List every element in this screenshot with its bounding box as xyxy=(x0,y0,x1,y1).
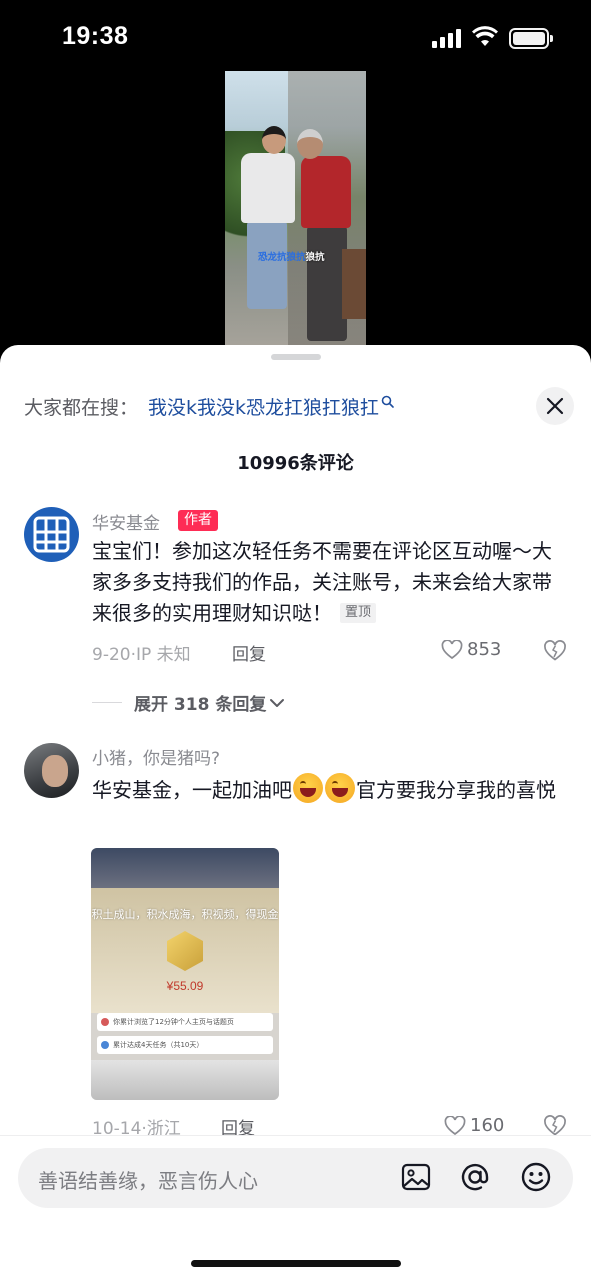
comment-text-after-emoji: 官方要我分享我的喜悦 xyxy=(356,778,556,802)
video-player[interactable]: 恐龙抗狼抗狼抗 xyxy=(225,71,366,351)
comment-image-slogan: 积土成山，积水成海，积视频，得现金 xyxy=(91,908,279,921)
avatar[interactable] xyxy=(24,507,79,562)
close-icon xyxy=(546,397,564,415)
comment-image-row: 累计达成4天任务（共10天） xyxy=(97,1036,273,1054)
comment-count-title: 10996条评论 xyxy=(237,453,354,474)
comment-image[interactable]: 积土成山，积水成海，积视频，得现金 ¥55.09 你累计浏览了12分钟个人主页与… xyxy=(91,848,279,1100)
comment-input-placeholder: 善语结善缘，恶言伤人心 xyxy=(38,1169,258,1193)
laughing-emoji-icon xyxy=(293,773,323,803)
avatar[interactable] xyxy=(24,743,79,798)
close-button[interactable] xyxy=(536,387,574,425)
sheet-drag-handle[interactable] xyxy=(271,354,321,360)
expand-replies[interactable]: 展开 318 条回复 xyxy=(92,690,286,715)
expand-replies-label: 展开 318 条回复 xyxy=(134,695,267,715)
trending-search[interactable]: 大家都在搜： 我没k我没k恐龙扛狼扛狼扛 xyxy=(24,393,395,423)
comment-text: 华安基金，一起加油吧 官方要我分享我的喜悦 xyxy=(92,773,562,806)
video-person-left-head xyxy=(262,126,286,154)
comment-image-header xyxy=(91,848,279,888)
video-person-right-body xyxy=(301,156,351,228)
video-person-right xyxy=(307,226,347,341)
like-button[interactable]: 160 xyxy=(444,1115,504,1136)
like-count: 160 xyxy=(470,1115,505,1136)
heart-icon xyxy=(441,639,463,659)
comment-image-footer xyxy=(91,1060,279,1100)
video-bench xyxy=(342,249,366,319)
dislike-icon[interactable] xyxy=(543,640,567,662)
video-subtitle-blue: 恐龙抗狼抗 xyxy=(258,252,306,263)
comment-image-amount: ¥55.09 xyxy=(166,979,204,993)
comment-meta: 9-20·IP 未知 xyxy=(92,645,191,665)
status-bar: 19:38 xyxy=(0,0,591,70)
reply-button[interactable]: 回复 xyxy=(232,640,266,665)
avatar-face xyxy=(42,755,68,787)
expand-divider xyxy=(92,702,122,703)
mention-icon[interactable] xyxy=(459,1161,491,1193)
video-subtitle-white: 狼抗 xyxy=(305,252,325,263)
author-badge: 作者 xyxy=(178,510,218,531)
heart-icon xyxy=(444,1115,466,1135)
wifi-icon xyxy=(472,26,498,46)
emoji-icon[interactable] xyxy=(520,1161,552,1193)
status-time: 19:38 xyxy=(62,22,129,50)
comment-username[interactable]: 华安基金 xyxy=(92,509,160,534)
video-subtitle: 恐龙抗狼抗狼抗 xyxy=(258,249,325,263)
comments-sheet: 大家都在搜： 我没k我没k恐龙扛狼扛狼扛 10996条评论 华安基金 作者 宝宝们… xyxy=(0,345,591,1280)
cellular-signal-icon xyxy=(432,28,462,48)
video-person-right-head xyxy=(297,129,323,159)
comment-input-bar: 善语结善缘，恶言伤人心 xyxy=(0,1135,591,1215)
chevron-down-icon xyxy=(270,698,285,707)
trending-search-query[interactable]: 我没k我没k恐龙扛狼扛狼扛 xyxy=(148,397,379,419)
home-indicator[interactable] xyxy=(191,1260,401,1267)
like-count: 853 xyxy=(467,639,502,660)
laughing-emoji-icon xyxy=(325,773,355,803)
pinned-badge: 置顶 xyxy=(340,603,377,623)
battery-icon xyxy=(509,28,553,49)
search-icon xyxy=(381,395,394,408)
comment-text-body: 宝宝们！参加这次轻任务不需要在评论区互动喔～大家多多支持我们的作品，关注账号，未… xyxy=(92,539,552,625)
video-person-left-body xyxy=(241,153,295,223)
like-button[interactable]: 853 xyxy=(441,639,501,660)
dislike-icon[interactable] xyxy=(543,1115,567,1137)
comment-input[interactable]: 善语结善缘，恶言伤人心 xyxy=(18,1148,573,1208)
comment-text-before-emoji: 华安基金，一起加油吧 xyxy=(92,778,292,802)
image-picker-icon[interactable] xyxy=(400,1161,432,1193)
comment-text: 宝宝们！参加这次轻任务不需要在评论区互动喔～大家多多支持我们的作品，关注账号，未… xyxy=(92,536,562,629)
comment-username[interactable]: 小猪，你是猪吗? xyxy=(92,744,220,769)
trending-search-prefix: 大家都在搜： xyxy=(24,397,139,419)
huaan-fund-logo-icon xyxy=(33,516,70,553)
video-person-left xyxy=(247,221,287,309)
comment-image-row: 你累计浏览了12分钟个人主页与话题页 xyxy=(97,1013,273,1031)
